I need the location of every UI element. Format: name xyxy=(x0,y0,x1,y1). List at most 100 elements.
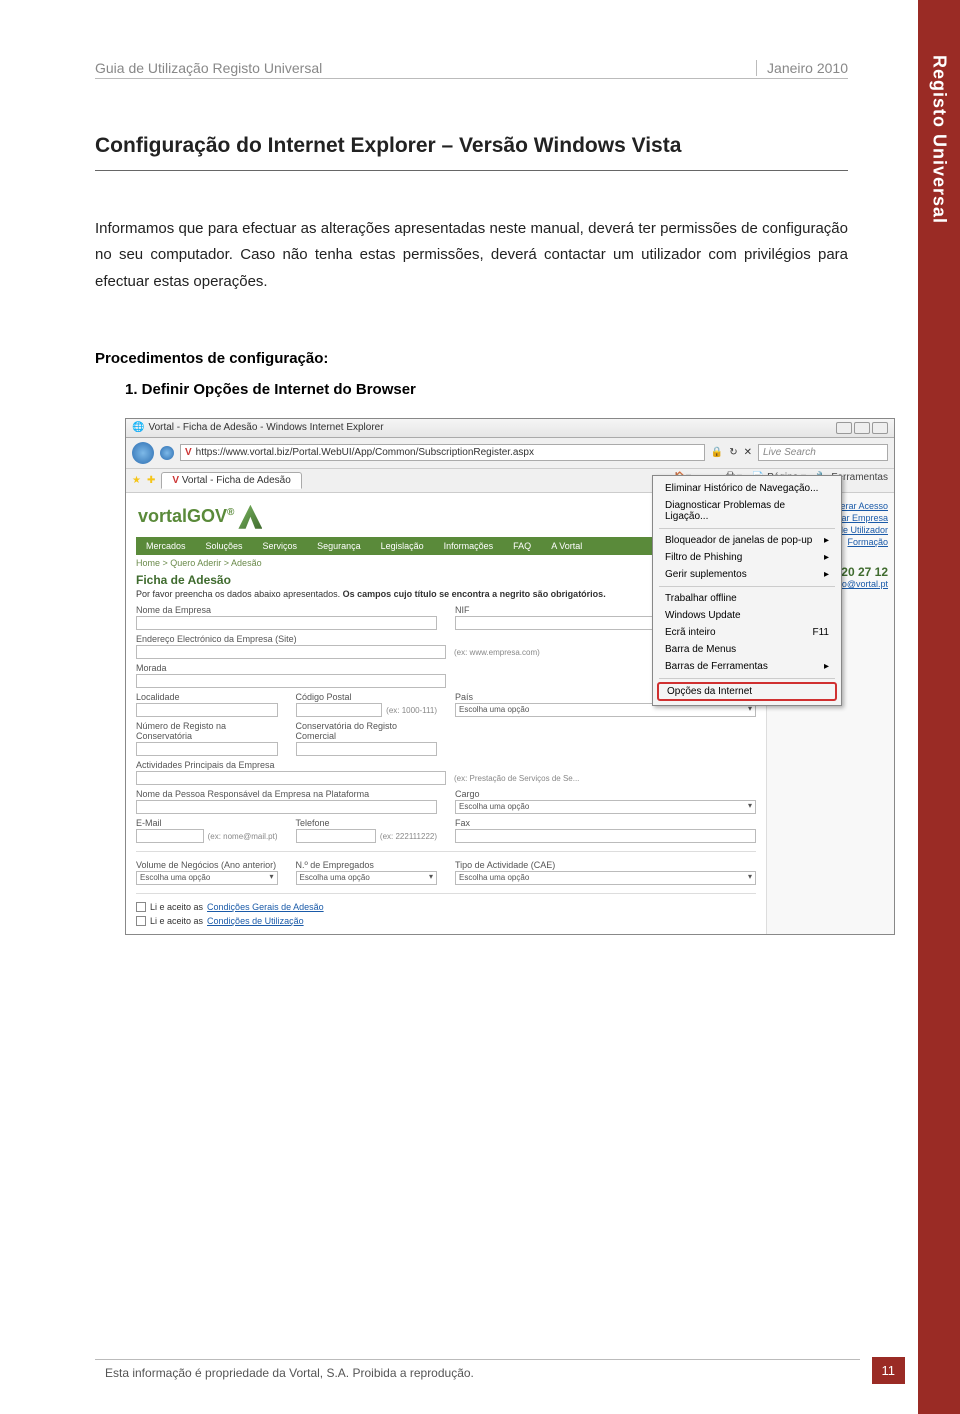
label: Nome da Pessoa Responsável da Empresa na… xyxy=(136,789,437,799)
intro-paragraph: Informamos que para efectuar as alteraçõ… xyxy=(95,216,848,295)
active-tab[interactable]: V Vortal - Ficha de Adesão xyxy=(161,472,301,489)
url-bar[interactable]: V https://www.vortal.biz/Portal.WebUI/Ap… xyxy=(180,444,705,461)
select[interactable]: Escolha uma opção xyxy=(455,871,756,885)
menu-separator xyxy=(659,586,835,587)
stop-icon[interactable]: ✕ xyxy=(744,447,752,458)
menu-item[interactable]: Bloqueador de janelas de pop-up▸ xyxy=(653,532,841,549)
cb-text: Li e aceito as xyxy=(150,916,203,926)
nav-item[interactable]: A Vortal xyxy=(541,537,592,555)
hint: (ex: 1000-111) xyxy=(386,706,437,715)
input[interactable] xyxy=(136,674,446,688)
hint: (ex: nome@mail.pt) xyxy=(208,832,278,841)
label: N.º de Empregados xyxy=(296,860,438,870)
screenshot-wrapper: 🌐 Vortal - Ficha de Adesão - Windows Int… xyxy=(95,418,848,935)
menu-item[interactable]: Windows Update xyxy=(653,607,841,624)
menu-item[interactable]: Eliminar Histórico de Navegação... xyxy=(653,480,841,497)
menu-item[interactable]: Barras de Ferramentas▸ xyxy=(653,658,841,675)
side-accent-bar: Registo Universal xyxy=(918,0,960,1414)
ie-window-title: Vortal - Ficha de Adesão - Windows Inter… xyxy=(148,422,383,433)
menu-item[interactable]: Diagnosticar Problemas de Ligação... xyxy=(653,497,841,525)
menu-item[interactable]: Trabalhar offline xyxy=(653,590,841,607)
nav-item[interactable]: Mercados xyxy=(136,537,196,555)
header-date: Janeiro 2010 xyxy=(756,60,848,76)
nav-item[interactable]: Legislação xyxy=(371,537,434,555)
menu-item[interactable]: Barra de Menus xyxy=(653,641,841,658)
input[interactable] xyxy=(136,800,437,814)
nav-item[interactable]: FAQ xyxy=(503,537,541,555)
menu-item-internet-options[interactable]: Opções da Internet xyxy=(657,682,837,701)
checkbox[interactable] xyxy=(136,916,146,926)
page-footer: Esta informação é propriedade da Vortal,… xyxy=(95,1357,905,1384)
input[interactable] xyxy=(136,829,204,843)
label: Código Postal xyxy=(296,692,438,702)
select[interactable]: Escolha uma opção xyxy=(136,871,278,885)
window-buttons[interactable] xyxy=(836,422,888,434)
label: Volume de Negócios (Ano anterior) xyxy=(136,860,278,870)
label: Telefone xyxy=(296,818,438,828)
input[interactable] xyxy=(296,742,438,756)
cb-text: Li e aceito as xyxy=(150,902,203,912)
ie-address-row: V https://www.vortal.biz/Portal.WebUI/Ap… xyxy=(126,438,894,469)
checkbox[interactable] xyxy=(136,902,146,912)
label: Localidade xyxy=(136,692,278,702)
side-bar-title: Registo Universal xyxy=(929,55,950,224)
input[interactable] xyxy=(136,616,437,630)
input[interactable] xyxy=(136,703,278,717)
nav-item[interactable]: Informações xyxy=(434,537,504,555)
footer-copyright: Esta informação é propriedade da Vortal,… xyxy=(95,1362,484,1380)
tools-dropdown-menu[interactable]: Eliminar Histórico de Navegação... Diagn… xyxy=(652,475,842,706)
divider xyxy=(136,893,756,894)
procedures-heading: Procedimentos de configuração: xyxy=(95,350,848,367)
input[interactable] xyxy=(296,829,376,843)
select[interactable]: Escolha uma opção xyxy=(455,800,756,814)
select[interactable]: Escolha uma opção xyxy=(296,871,438,885)
refresh-icon[interactable]: ↻ xyxy=(729,447,737,458)
label: Nome da Empresa xyxy=(136,605,437,615)
hint: (ex: www.empresa.com) xyxy=(454,648,540,657)
field-nreg-conserv: Número de Registo na Conservatória Conse… xyxy=(136,721,437,756)
label: Fax xyxy=(455,818,756,828)
menu-item[interactable]: Ecrã inteiroF11 xyxy=(653,624,841,641)
label: Cargo xyxy=(455,789,756,799)
field-fax: Fax xyxy=(455,818,756,843)
input[interactable] xyxy=(136,645,446,659)
menu-item[interactable]: Filtro de Phishing▸ xyxy=(653,549,841,566)
input[interactable] xyxy=(296,703,383,717)
label: E-Mail xyxy=(136,818,278,828)
leaf-icon xyxy=(238,505,262,529)
divider xyxy=(136,851,756,852)
checkbox-terms-2[interactable]: Li e aceito as Condições de Utilização xyxy=(136,916,756,926)
input[interactable] xyxy=(136,742,278,756)
cb-link[interactable]: Condições Gerais de Adesão xyxy=(207,902,324,912)
input[interactable] xyxy=(136,771,446,785)
nav-item[interactable]: Serviços xyxy=(253,537,308,555)
menu-item[interactable]: Gerir suplementos▸ xyxy=(653,566,841,583)
forward-button[interactable] xyxy=(160,446,174,460)
add-favorite-icon[interactable]: ✚ xyxy=(147,475,155,486)
menu-separator xyxy=(659,678,835,679)
site-favicon: V xyxy=(185,447,192,458)
page-content: Guia de Utilização Registo Universal Jan… xyxy=(0,0,918,975)
search-input[interactable]: Live Search xyxy=(758,444,888,461)
page-number: 11 xyxy=(872,1357,906,1384)
nav-item[interactable]: Soluções xyxy=(196,537,253,555)
label: Número de Registo na Conservatória xyxy=(136,721,278,741)
nav-item[interactable]: Segurança xyxy=(307,537,371,555)
field-tipo: Tipo de Actividade (CAE) Escolha uma opç… xyxy=(455,860,756,885)
cb-link[interactable]: Condições de Utilização xyxy=(207,916,304,926)
input[interactable] xyxy=(455,829,756,843)
field-email-tel: E-Mail (ex: nome@mail.pt) Telefone xyxy=(136,818,437,843)
step-1: 1. Definir Opções de Internet do Browser xyxy=(125,381,848,398)
field-pessoa: Nome da Pessoa Responsável da Empresa na… xyxy=(136,789,437,814)
ie-titlebar: 🌐 Vortal - Ficha de Adesão - Windows Int… xyxy=(126,419,894,438)
site-logo-text: vortalGOV® xyxy=(138,506,234,527)
header-doc-title: Guia de Utilização Registo Universal xyxy=(95,60,756,76)
menu-separator xyxy=(659,528,835,529)
back-button[interactable] xyxy=(132,442,154,464)
label: Conservatória do Registo Comercial xyxy=(296,721,438,741)
checkbox-terms-1[interactable]: Li e aceito as Condições Gerais de Adesã… xyxy=(136,902,756,912)
ie-app-icon: 🌐 xyxy=(132,422,144,433)
favorites-icon[interactable]: ★ xyxy=(132,475,141,486)
label: Tipo de Actividade (CAE) xyxy=(455,860,756,870)
field-cargo: Cargo Escolha uma opção xyxy=(455,789,756,814)
